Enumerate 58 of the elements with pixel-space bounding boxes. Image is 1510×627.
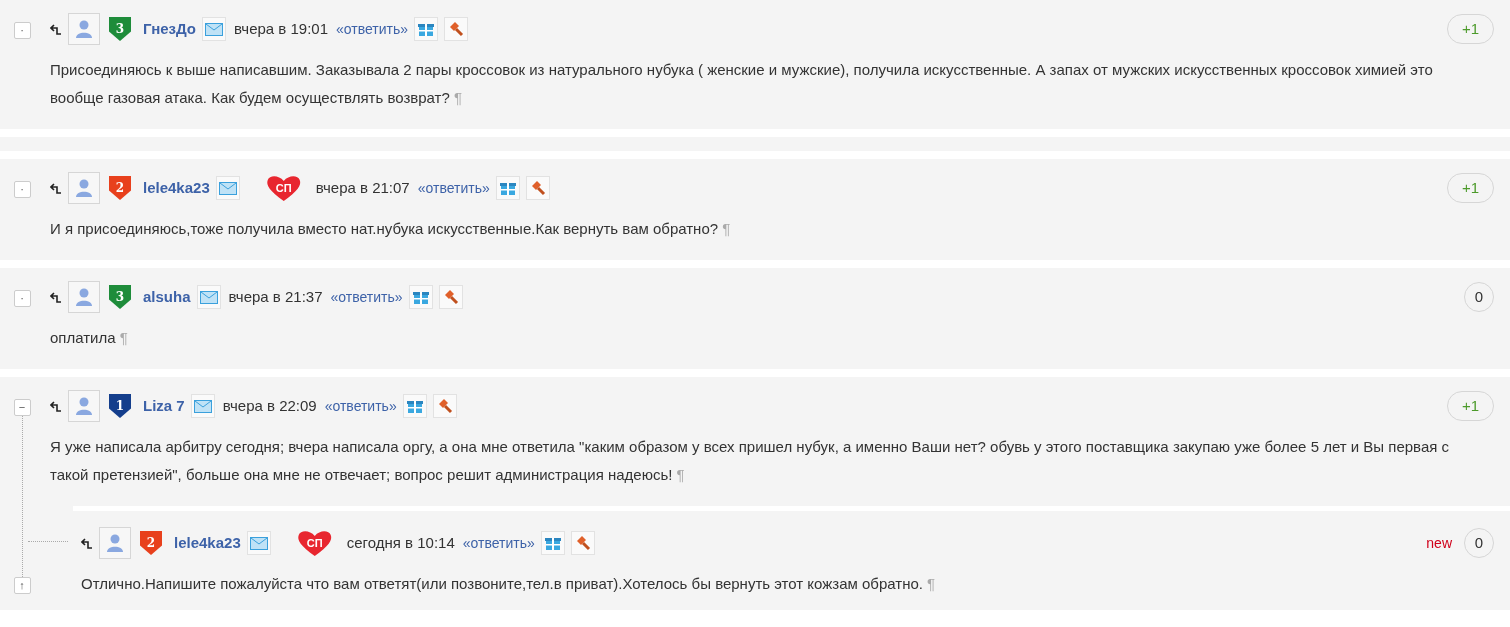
scroll-up-button[interactable]: ↑ [13, 577, 31, 594]
gift-icon[interactable] [540, 531, 565, 555]
collapse-toggle[interactable]: · [13, 22, 31, 39]
rank-badge: 2 [109, 176, 131, 200]
avatar[interactable] [68, 281, 100, 313]
comment-text: оплатила ¶ [50, 328, 129, 348]
hammer-icon[interactable] [432, 394, 457, 418]
comment-time: сегодня в 10:14 [346, 532, 455, 553]
rank-badge: 3 [109, 285, 131, 309]
new-label: new [1426, 533, 1452, 553]
avatar[interactable] [68, 390, 100, 422]
gift-icon[interactable] [414, 17, 439, 41]
reply-arrow-icon [50, 400, 62, 412]
hammer-icon[interactable] [444, 17, 469, 41]
reply-arrow-icon [81, 537, 93, 549]
author-link[interactable]: ГнезДо [143, 17, 197, 41]
reply-link[interactable]: «ответить» [462, 532, 535, 554]
sp-heart-badge: СП [265, 175, 302, 201]
comment-text: Присоединяюсь к выше написавшим. Заказывала 2 пары кроссовок из натурального нубука ( женские и мужские), получила искусственные. А запах от мужских искусственных кроссовок химией это вообще газовая атака. Как будем осуществлять возврат? ¶ [50, 60, 1434, 108]
comment-text: Я уже написала арбитру сегодня; вчера написала оргу, а она мне ответила "каким образом у всех пришел нубук, а именно Ваши нет? обувь у этого поставщика закупаю уже более 5 лет и Вы первая с такой претензией", больше она мне не отвечает; вопрос решит администрация надеюсь! ¶ [50, 437, 1450, 485]
reply-link[interactable]: «ответить» [336, 18, 409, 40]
mail-icon[interactable] [215, 176, 240, 200]
gift-icon[interactable] [495, 176, 520, 200]
reply-arrow-icon [50, 291, 62, 303]
reply-link[interactable]: «ответить» [330, 286, 403, 308]
comment-time: вчера в 19:01 [234, 18, 328, 39]
comment-time: вчера в 22:09 [222, 395, 317, 416]
mail-icon[interactable] [196, 285, 221, 309]
comment-time: вчера в 21:37 [228, 286, 323, 307]
avatar[interactable] [68, 172, 100, 204]
comment-text: И я присоединяюсь,тоже получила вместо нат.нубука искусственные.Как вернуть вам обратно? ¶ [50, 219, 732, 239]
collapse-toggle[interactable]: · [13, 181, 31, 198]
author-link[interactable]: lele4ka23 [143, 176, 210, 200]
comment-text: Отлично.Напишите пожалуйста что вам ответят(или позвоните,тел.в приват).Хотелось бы вернуть этот кожзам обратно. ¶ [81, 574, 937, 594]
avatar[interactable] [68, 13, 100, 45]
gift-icon[interactable] [402, 394, 427, 418]
mail-icon[interactable] [190, 394, 215, 418]
collapse-toggle[interactable]: − [13, 399, 31, 416]
gift-icon[interactable] [408, 285, 433, 309]
rank-badge: 2 [140, 531, 162, 555]
comment-time: вчера в 21:07 [315, 177, 410, 198]
hammer-icon[interactable] [438, 285, 463, 309]
author-link[interactable]: Liza 7 [143, 394, 185, 418]
reply-arrow-icon [50, 182, 62, 194]
author-link[interactable]: alsuha [143, 285, 191, 309]
rank-badge: 1 [109, 394, 131, 418]
author-link[interactable]: lele4ka23 [174, 531, 241, 555]
reply-arrow-icon [50, 23, 62, 35]
rank-badge: 3 [109, 17, 131, 41]
mail-icon[interactable] [202, 17, 227, 41]
reply-link[interactable]: «ответить» [417, 177, 490, 199]
hammer-icon[interactable] [525, 176, 550, 200]
mail-icon[interactable] [246, 531, 271, 555]
collapse-toggle[interactable]: · [13, 290, 31, 307]
avatar[interactable] [99, 527, 131, 559]
sp-heart-badge: СП [296, 530, 333, 556]
hammer-icon[interactable] [570, 531, 595, 555]
reply-link[interactable]: «ответить» [324, 395, 397, 417]
